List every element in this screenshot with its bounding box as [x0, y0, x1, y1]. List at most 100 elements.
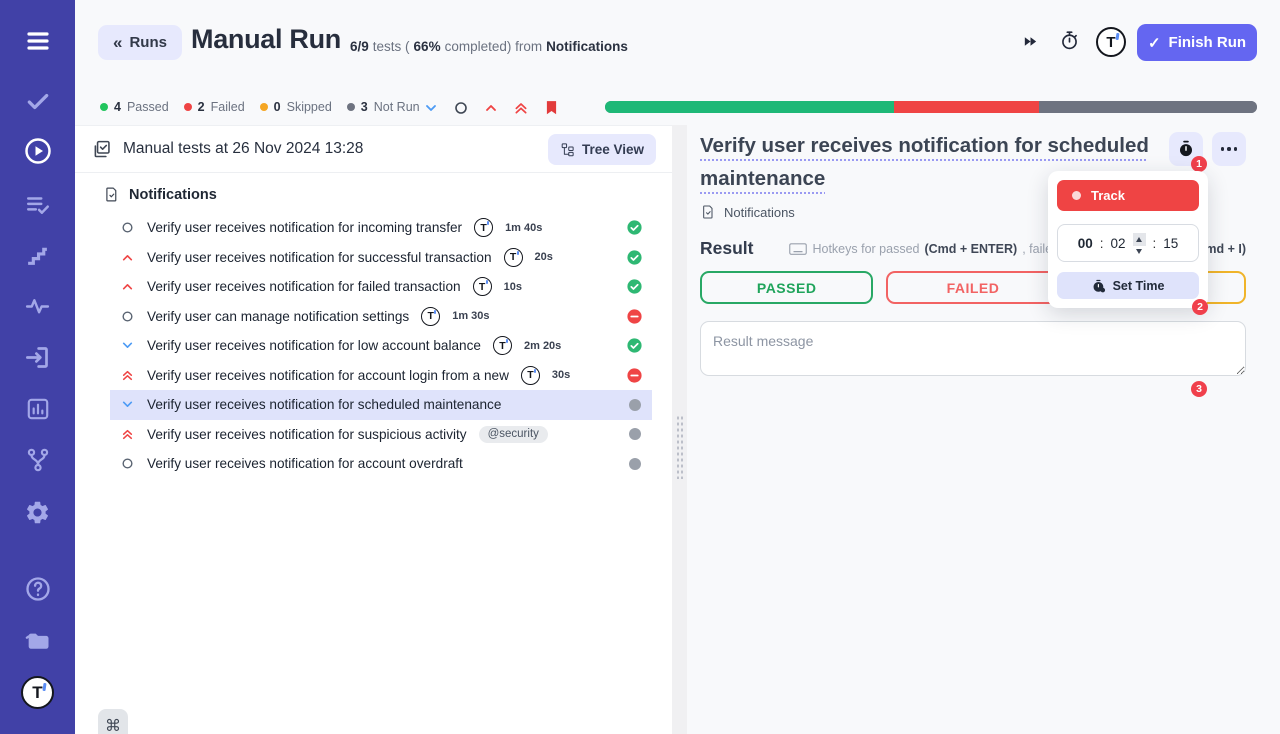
stepper-down-icon[interactable] — [1136, 248, 1143, 254]
filter-bookmark-icon[interactable] — [543, 99, 560, 116]
stat-item: 0 Skipped — [259, 100, 332, 114]
priority-icon — [120, 398, 135, 411]
run-name: Manual tests at 26 Nov 2024 13:28 — [123, 140, 364, 157]
status-passed-icon — [627, 338, 642, 353]
settings-gear-icon[interactable] — [0, 499, 75, 526]
stat-dot-icon — [259, 103, 268, 111]
test-title: Verify user receives notification for ac… — [147, 456, 463, 472]
test-row[interactable]: Verify user receives notification for fa… — [110, 272, 652, 302]
finish-run-button[interactable]: ✓ Finish Run — [1137, 24, 1257, 61]
test-row[interactable]: Verify user receives notification for ac… — [110, 449, 652, 479]
test-row[interactable]: Verify user can manage notification sett… — [110, 302, 652, 332]
priority-low-icon — [122, 401, 133, 408]
step-badge-1: 1 — [1191, 156, 1207, 172]
hotkey-passed: (Cmd + ENTER) — [924, 241, 1018, 256]
steps-icon[interactable] — [0, 243, 75, 268]
status-notrun-icon — [629, 398, 641, 411]
test-row[interactable]: Verify user receives notification for su… — [110, 420, 652, 450]
priority-icon — [120, 251, 135, 264]
panel-splitter[interactable] — [672, 125, 687, 734]
track-button[interactable]: Track — [1057, 180, 1199, 211]
automated-test-logo-icon: T — [520, 365, 540, 385]
test-row[interactable]: Verify user receives notification for sc… — [110, 390, 652, 420]
fast-forward-icon[interactable] — [1022, 33, 1039, 50]
stepper-up-icon[interactable] — [1132, 232, 1146, 246]
branch-icon[interactable] — [0, 447, 75, 473]
stat-dot-icon — [100, 103, 108, 111]
breadcrumb[interactable]: Notifications — [700, 204, 795, 220]
help-icon[interactable] — [0, 575, 75, 603]
test-duration: 20s — [534, 251, 553, 264]
stat-count: 3 — [360, 100, 368, 114]
status-notrun-icon — [629, 428, 641, 441]
set-time-button[interactable]: Set Time 3 — [1057, 272, 1207, 397]
completed-percent: 66% — [413, 39, 441, 54]
more-actions-button[interactable] — [1212, 132, 1246, 166]
back-to-runs-button[interactable]: « Runs — [98, 25, 182, 60]
test-row[interactable]: Verify user receives notification for in… — [110, 213, 652, 243]
run-progress-subtitle: 6/9 tests ( 66% completed) from Notifica… — [350, 39, 628, 54]
runs-play-icon[interactable] — [0, 136, 75, 166]
priority-low-icon — [122, 342, 133, 349]
test-row[interactable]: Verify user receives notification for ac… — [110, 361, 652, 391]
stat-label: Skipped — [286, 100, 332, 114]
filter-priority-normal-icon[interactable] — [453, 100, 469, 116]
result-failed-button[interactable]: FAILED — [886, 271, 1060, 304]
priority-critical-icon — [122, 370, 133, 380]
test-plans-icon[interactable] — [0, 192, 75, 218]
status-notrun-icon — [629, 457, 641, 470]
brand-logo-icon[interactable]: T — [21, 676, 54, 709]
tests-check-icon[interactable] — [0, 88, 75, 114]
priority-high-icon — [122, 254, 133, 261]
page-title: Manual Run — [191, 24, 341, 54]
suite-group-header[interactable]: Notifications — [75, 173, 672, 211]
stat-label: Not Run — [373, 100, 420, 114]
filter-priority-critical-icon[interactable] — [513, 100, 529, 116]
splitter-drag-handle-icon[interactable] — [676, 415, 683, 479]
tree-view-button[interactable]: Tree View — [547, 133, 656, 165]
test-status-icon — [629, 398, 643, 411]
minutes-stepper[interactable] — [1132, 230, 1146, 256]
run-panel-header: Manual tests at 26 Nov 2024 13:28 Tree V… — [75, 126, 672, 173]
time-input[interactable]: 00 : 02 : 15 2 — [1057, 224, 1208, 315]
stat-item: 3 Not Run — [346, 100, 420, 114]
suite-document-icon — [703, 205, 713, 219]
test-status-icon — [626, 308, 643, 325]
track-time-button[interactable]: 1 — [1169, 132, 1207, 172]
hotkeys-hint: Hotkeys for passed (Cmd + ENTER) , faile… — [789, 242, 1059, 256]
test-status-icon — [629, 428, 643, 441]
priority-icon — [120, 280, 135, 293]
test-row[interactable]: Verify user receives notification for lo… — [110, 331, 652, 361]
run-progress-bar — [605, 101, 1257, 113]
timer-history-icon[interactable] — [1059, 30, 1080, 51]
hours-value[interactable]: 00 — [1078, 236, 1093, 251]
stat-label: Passed — [126, 100, 169, 114]
menu-icon[interactable] — [0, 29, 75, 53]
priority-filters — [423, 99, 560, 116]
pulse-icon[interactable] — [0, 294, 75, 319]
sidebar: T — [0, 0, 75, 734]
priority-icon — [120, 457, 135, 470]
app-logo-icon[interactable]: T — [1096, 27, 1126, 57]
analytics-icon[interactable] — [0, 396, 75, 422]
filter-priority-low-icon[interactable] — [423, 100, 439, 116]
step-badge-2: 2 — [1192, 299, 1208, 315]
run-checklist-icon — [94, 140, 110, 157]
automated-test-logo-icon: T — [503, 247, 523, 267]
test-status-icon — [626, 337, 643, 354]
projects-folder-icon[interactable] — [0, 626, 75, 654]
test-row[interactable]: Verify user receives notification for su… — [110, 243, 652, 273]
status-failed-icon — [627, 309, 642, 324]
record-dot-icon — [1072, 191, 1081, 200]
filter-priority-high-icon[interactable] — [483, 100, 499, 116]
stat-label: Failed — [210, 100, 245, 114]
stat-count: 2 — [197, 100, 205, 114]
seconds-value[interactable]: 15 — [1163, 236, 1178, 251]
command-shortcut-button[interactable]: ⌘ — [98, 709, 128, 734]
result-passed-button[interactable]: PASSED — [700, 271, 874, 304]
result-message-input[interactable] — [700, 321, 1246, 376]
test-title: Verify user receives notification for ac… — [147, 367, 509, 383]
test-status-icon — [629, 457, 643, 470]
import-icon[interactable] — [0, 344, 75, 371]
minutes-value[interactable]: 02 — [1110, 236, 1125, 251]
